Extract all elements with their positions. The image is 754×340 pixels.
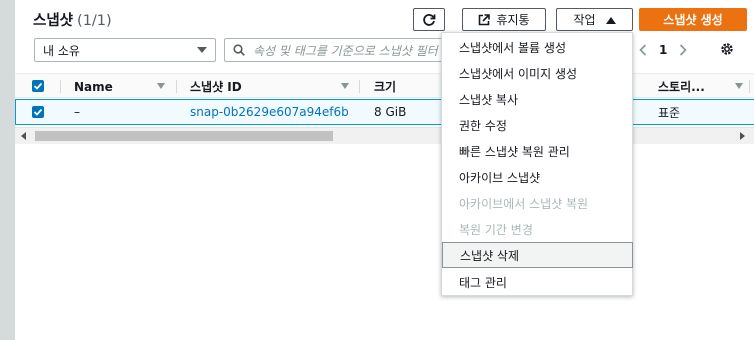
refresh-button[interactable]	[413, 8, 445, 31]
column-separator	[359, 80, 360, 93]
actions-dropdown-button[interactable]: 작업	[556, 8, 633, 31]
menu-item-label: 권한 수정	[459, 118, 507, 133]
menu-item-label: 태그 관리	[459, 275, 507, 290]
ownership-filter-value: 내 소유	[43, 43, 80, 58]
caret-up-icon	[605, 16, 616, 24]
cell-size: 8 GiB	[374, 105, 407, 119]
menu-item-label: 아카이브에서 스냅샷 복원	[459, 196, 589, 211]
column-header-storage-tier-label: 스토리...	[658, 80, 705, 94]
refresh-icon	[423, 13, 436, 26]
scroll-right-arrow-icon[interactable]	[740, 132, 745, 140]
cell-storage-tier: 표준	[658, 105, 681, 120]
create-snapshot-label: 스냅샷 생성	[663, 13, 723, 27]
menu-item-create-volume-from-snapshot[interactable]: 스냅샷에서 볼륨 생성	[442, 34, 632, 60]
current-page[interactable]: 1	[659, 43, 667, 57]
actions-dropdown-menu: 스냅샷에서 볼륨 생성 스냅샷에서 이미지 생성 스냅샷 복사 권한 수정 빠른…	[441, 32, 633, 296]
chevron-right-icon[interactable]	[679, 44, 687, 56]
scroll-left-arrow-icon[interactable]	[21, 132, 26, 140]
menu-item-label: 스냅샷 삭제	[460, 248, 520, 263]
menu-item-archive-snapshot[interactable]: 아카이브 스냅샷	[442, 164, 632, 190]
column-header-size[interactable]: 크기	[374, 74, 396, 99]
column-header-snapshot-id[interactable]: 스냅샷 ID	[190, 74, 242, 99]
table-row[interactable]: – snap-0b2629e607a94ef6b 8 GiB 표준	[15, 99, 754, 125]
column-separator	[749, 80, 750, 93]
menu-item-label: 복원 기간 변경	[459, 222, 533, 237]
title-text: 스냅샷	[33, 13, 74, 29]
sort-icon[interactable]	[157, 83, 165, 89]
menu-item-label: 스냅샷에서 볼륨 생성	[459, 40, 566, 55]
column-header-name-label: Name	[74, 79, 113, 94]
menu-item-modify-permissions[interactable]: 권한 수정	[442, 112, 632, 138]
menu-item-manage-fast-snapshot-restore[interactable]: 빠른 스냅샷 복원 관리	[442, 138, 632, 164]
recycle-bin-label: 휴지통	[496, 13, 530, 27]
ownership-filter-select[interactable]: 내 소유	[34, 38, 216, 62]
cell-name: –	[74, 105, 80, 119]
search-icon	[233, 44, 245, 56]
selection-count: (1/1)	[77, 13, 112, 29]
column-separator	[176, 80, 177, 93]
column-separator	[60, 80, 61, 93]
menu-item-label: 스냅샷에서 이미지 생성	[459, 66, 578, 81]
recycle-bin-button[interactable]: 휴지통	[462, 8, 546, 31]
pagination: 1	[639, 40, 687, 60]
create-snapshot-button[interactable]: 스냅샷 생성	[639, 8, 747, 31]
menu-item-label: 스냅샷 복사	[459, 92, 519, 107]
menu-item-label: 아카이브 스냅샷	[459, 170, 541, 185]
horizontal-scrollbar[interactable]	[15, 127, 754, 144]
column-header-snapshot-id-label: 스냅샷 ID	[190, 80, 242, 94]
menu-item-label: 빠른 스냅샷 복원 관리	[459, 144, 570, 159]
table-header: Name 스냅샷 ID 크기 스토리...	[15, 73, 754, 98]
row-checkbox[interactable]	[32, 106, 44, 118]
search-placeholder: 속성 및 태그를 기준으로 스냅샷 필터	[253, 43, 438, 58]
sort-icon[interactable]	[341, 83, 349, 89]
page-title: 스냅샷 (1/1)	[33, 9, 112, 30]
menu-item-copy-snapshot[interactable]: 스냅샷 복사	[442, 86, 632, 112]
snapshots-panel: 스냅샷 (1/1) 휴지통 작업 스냅샷 생성 내 소유 속성 및 태그를 기준으…	[14, 0, 754, 340]
menu-item-delete-snapshot[interactable]: 스냅샷 삭제	[442, 242, 633, 268]
select-all-checkbox[interactable]	[32, 80, 44, 92]
menu-item-create-image-from-snapshot[interactable]: 스냅샷에서 이미지 생성	[442, 60, 632, 86]
gear-icon[interactable]	[719, 41, 735, 57]
checkbox-checked-icon	[33, 82, 43, 90]
chevron-left-icon[interactable]	[639, 44, 647, 56]
menu-item-manage-tags[interactable]: 태그 관리	[442, 269, 632, 295]
menu-item-change-restore-period: 복원 기간 변경	[442, 216, 632, 242]
left-side-rail	[0, 0, 14, 340]
menu-item-restore-snapshot-from-archive: 아카이브에서 스냅샷 복원	[442, 190, 632, 216]
column-header-name[interactable]: Name	[74, 74, 113, 99]
column-header-storage-tier[interactable]: 스토리...	[658, 74, 705, 99]
cell-snapshot-id-link[interactable]: snap-0b2629e607a94ef6b	[190, 100, 349, 124]
column-header-size-label: 크기	[374, 80, 397, 94]
search-input[interactable]: 속성 및 태그를 기준으로 스냅샷 필터	[224, 38, 454, 62]
scrollbar-thumb[interactable]	[35, 131, 333, 141]
external-link-icon	[479, 13, 491, 25]
checkbox-checked-icon	[33, 108, 43, 116]
actions-label: 작업	[573, 13, 596, 27]
sort-icon[interactable]	[735, 83, 743, 89]
caret-down-icon	[197, 47, 207, 53]
